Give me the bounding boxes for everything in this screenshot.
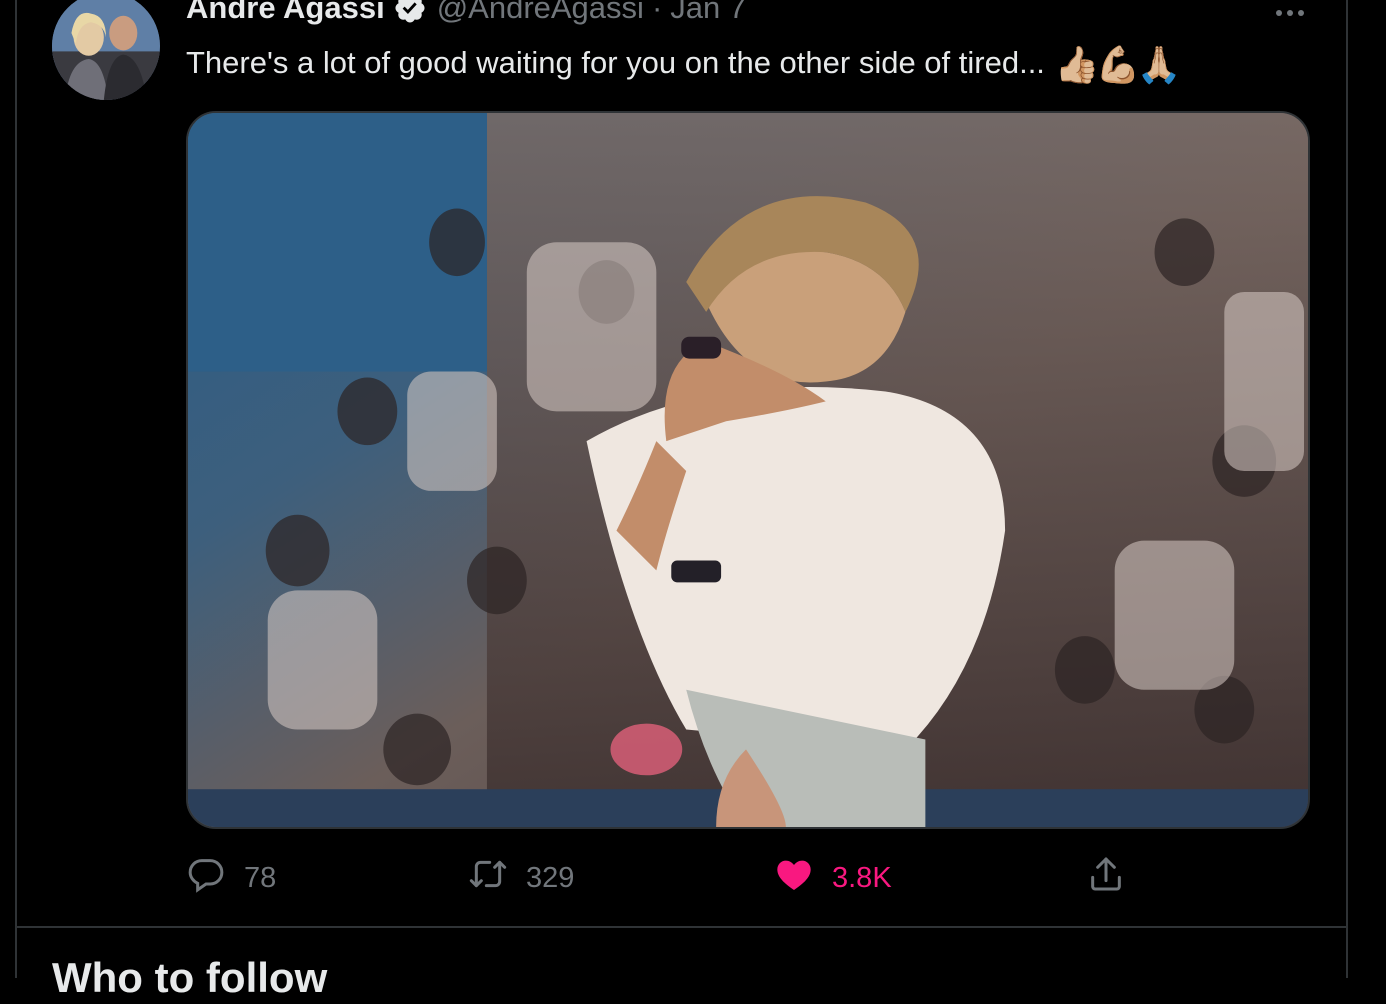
- tweet-text: There's a lot of good waiting for you on…: [186, 40, 1182, 86]
- like-count: 3.8K: [832, 861, 892, 894]
- who-to-follow-heading: Who to follow: [52, 954, 328, 1001]
- tweet-text-body: There's a lot of good waiting for you on…: [186, 45, 1045, 80]
- reply-icon: [186, 854, 226, 902]
- author-handle[interactable]: @AndreAgassi: [437, 0, 644, 30]
- tweet-emojis: 👍🏼💪🏼🙏🏼: [1054, 43, 1182, 85]
- share-button[interactable]: [1086, 852, 1126, 904]
- heart-icon: [774, 854, 814, 902]
- reply-count: 78: [244, 861, 277, 894]
- tweet-date[interactable]: Jan 7: [670, 0, 746, 30]
- author-name[interactable]: Andre Agassi: [186, 0, 385, 30]
- reply-button[interactable]: 78: [186, 852, 276, 904]
- more-icon[interactable]: [1270, 0, 1310, 28]
- header-separator: ·: [651, 0, 663, 25]
- tweet-photo[interactable]: [186, 111, 1310, 829]
- retweet-count: 329: [526, 861, 575, 894]
- tennis-player-photo: [188, 113, 1308, 827]
- section-divider: [15, 926, 1348, 928]
- verified-badge-icon: [393, 0, 427, 25]
- retweet-icon: [468, 854, 508, 902]
- tweet-actions: 78 329 3.8K: [186, 852, 1310, 904]
- retweet-button[interactable]: 329: [468, 852, 574, 904]
- like-button[interactable]: 3.8K: [774, 852, 892, 904]
- tweet-header: Andre Agassi @AndreAgassi · Jan 7: [186, 0, 746, 30]
- share-icon: [1086, 854, 1126, 902]
